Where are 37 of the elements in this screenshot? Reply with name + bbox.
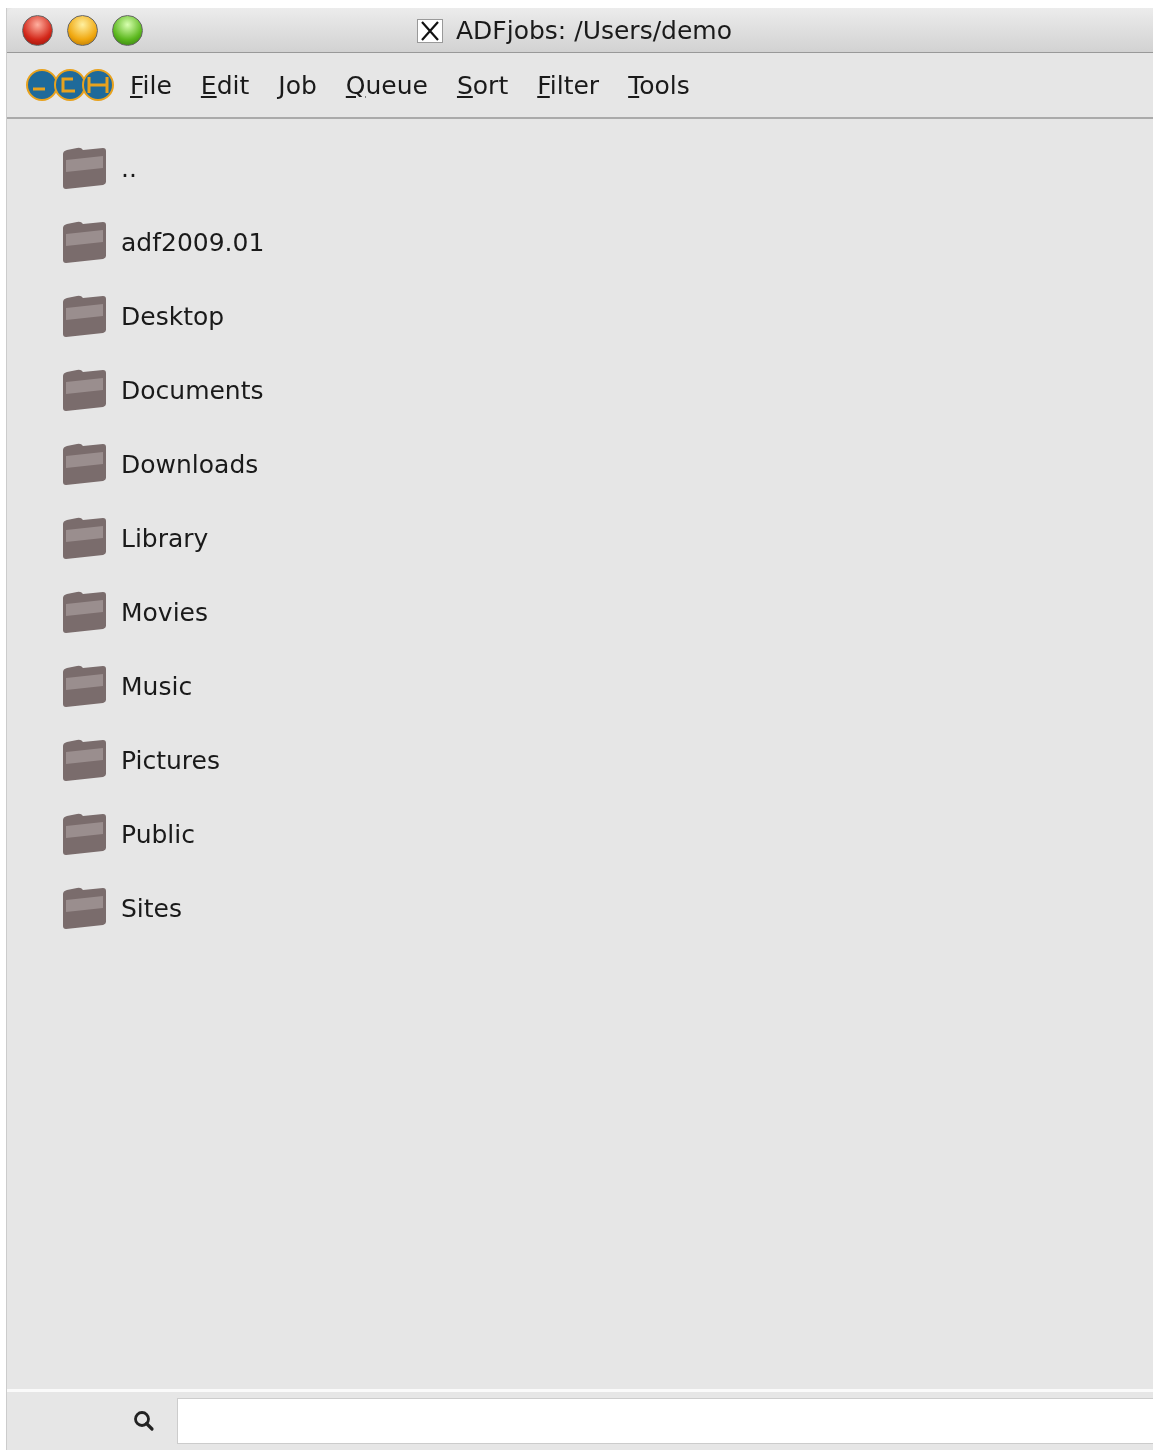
folder-name[interactable]: .. — [121, 153, 137, 183]
minimize-button[interactable] — [67, 14, 98, 46]
menu-item[interactable]: Edit — [199, 70, 251, 100]
folder-icon — [61, 442, 107, 486]
window-title: ADFjobs: /Users/demo — [456, 16, 732, 45]
folder-icon — [61, 812, 107, 856]
menu-item[interactable]: Sort — [455, 70, 510, 100]
menu-item[interactable]: Filter — [536, 70, 601, 100]
menu-item[interactable]: File — [129, 70, 173, 100]
menu-item[interactable]: Tools — [627, 70, 691, 100]
x11-icon — [417, 18, 443, 43]
folder-name[interactable]: Movies — [121, 597, 208, 627]
folder-name[interactable]: Public — [121, 819, 195, 849]
folder-icon — [61, 738, 107, 782]
folder-icon — [61, 146, 107, 190]
zoom-button[interactable] — [112, 14, 143, 46]
folder-icon — [61, 590, 107, 634]
menu-item[interactable]: Queue — [344, 70, 429, 100]
folder-name[interactable]: Sites — [121, 893, 183, 923]
folder-icon — [61, 220, 107, 264]
folder-icon — [61, 516, 107, 560]
folder-name[interactable]: Desktop — [121, 301, 225, 331]
folder-name[interactable]: Documents — [121, 375, 264, 405]
close-button[interactable] — [22, 14, 53, 46]
folder-name[interactable]: Music — [121, 671, 193, 701]
search-field[interactable] — [177, 1398, 1153, 1444]
search-icon — [132, 1409, 156, 1433]
folder-icon — [61, 886, 107, 930]
menu-item[interactable]: Job — [277, 70, 318, 100]
folder-name[interactable]: Library — [121, 523, 209, 553]
folder-icon — [61, 294, 107, 338]
folder-name[interactable]: adf2009.01 — [121, 227, 265, 257]
folder-icon — [61, 368, 107, 412]
folder-name[interactable]: Downloads — [121, 449, 259, 479]
folder-icon — [61, 664, 107, 708]
folder-name[interactable]: Pictures — [121, 745, 220, 775]
logo-icon — [25, 67, 115, 103]
